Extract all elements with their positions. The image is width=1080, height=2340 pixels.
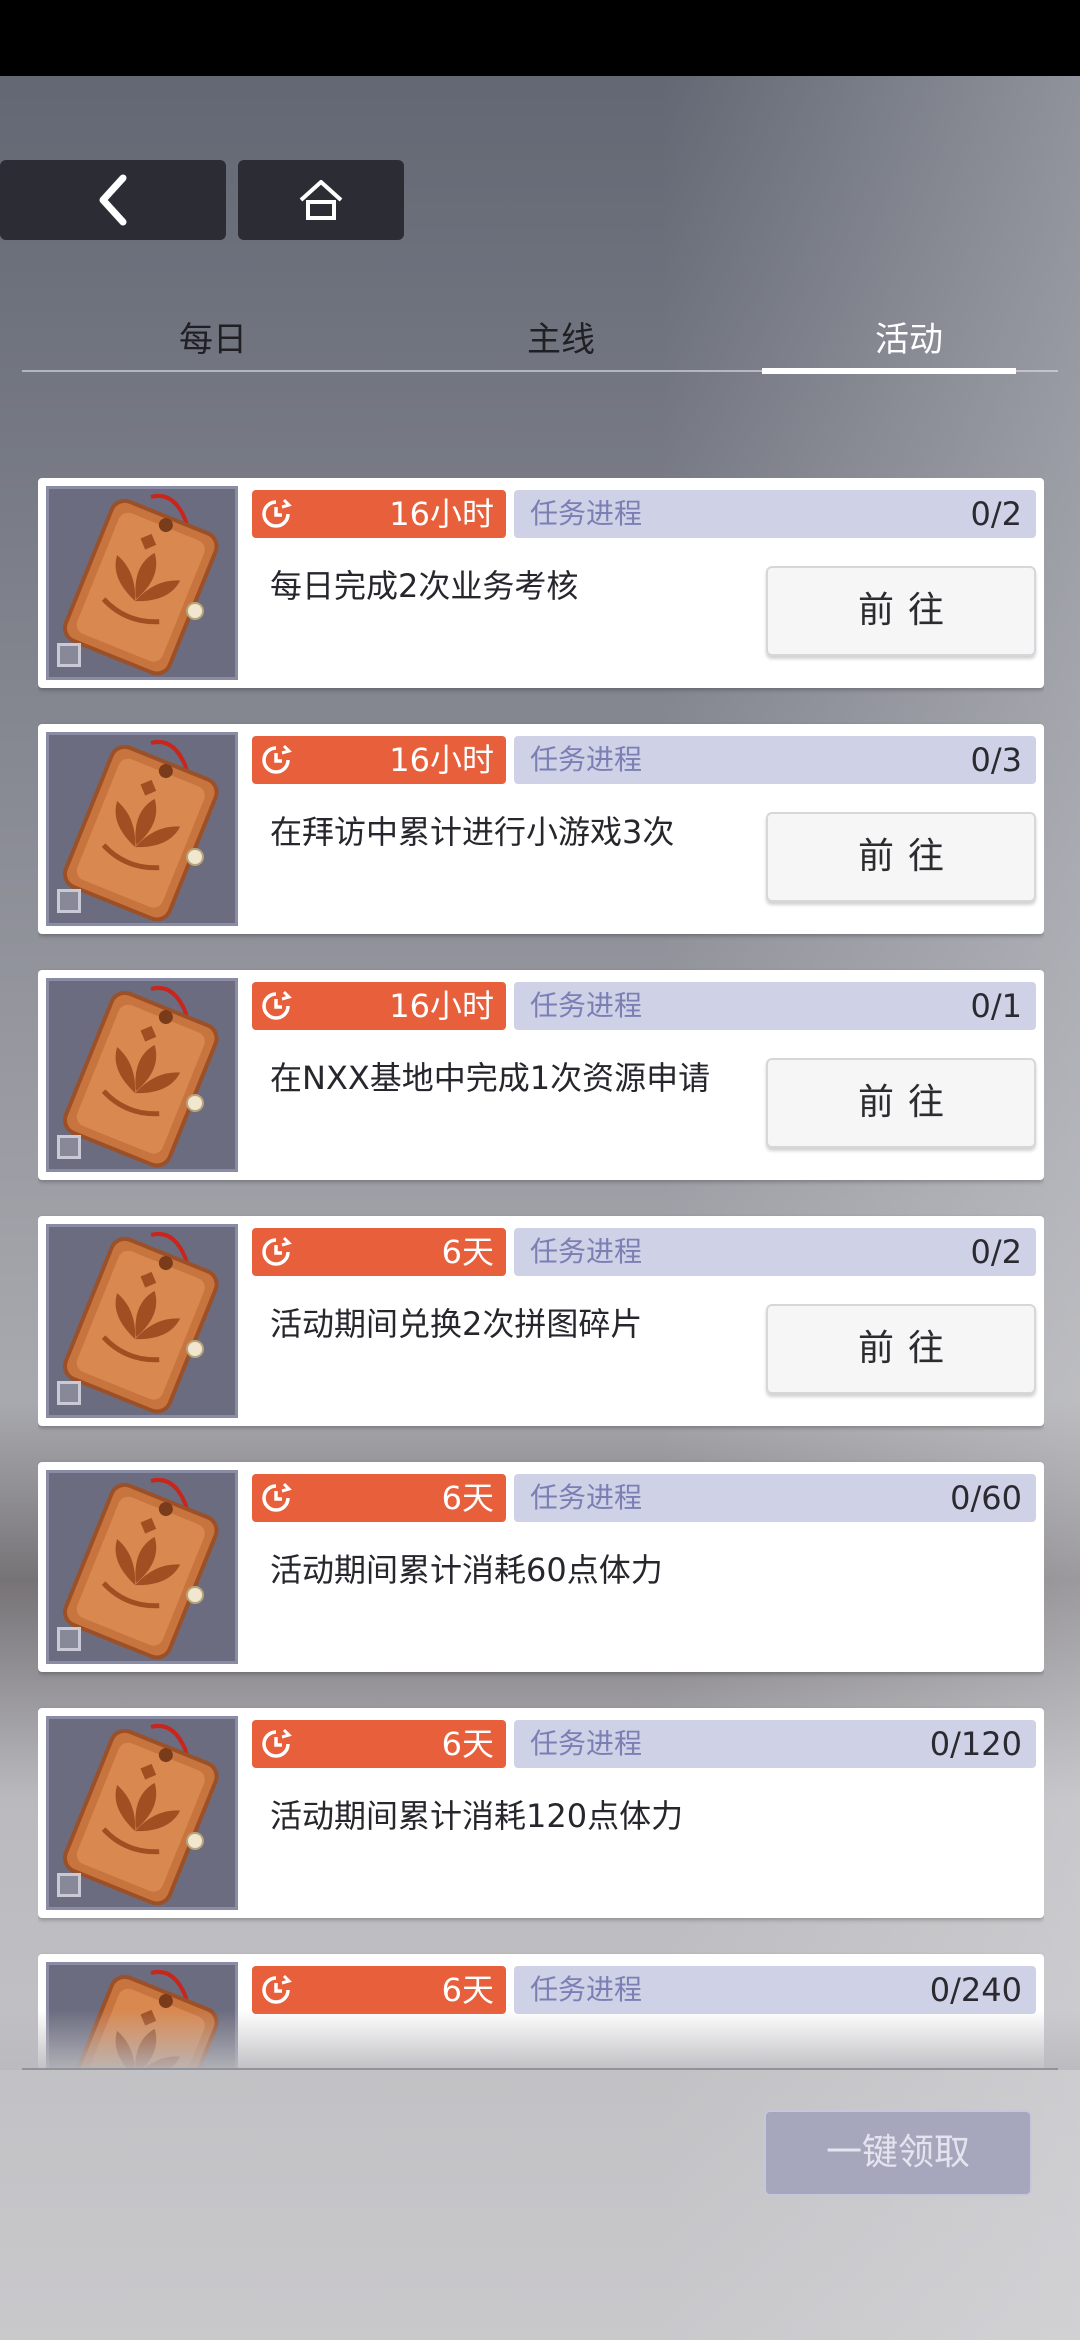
item-corner-mark xyxy=(57,1135,81,1159)
back-button[interactable] xyxy=(0,160,226,240)
task-progress-label: 任务进程 xyxy=(530,743,643,776)
task-description: 活动期间累计消耗120点体力 xyxy=(270,1797,684,1835)
task-timer: 6天 xyxy=(252,1966,506,2014)
lotus-tag-icon xyxy=(62,1478,219,1660)
go-button[interactable]: 前往 xyxy=(766,566,1036,656)
task-timer-text: 16小时 xyxy=(389,987,494,1025)
task-card: 6天 任务进程 0/60 活动期间累计消耗60点体力 xyxy=(38,1462,1044,1672)
task-progress: 任务进程 0/2 xyxy=(514,490,1036,538)
task-progress-label: 任务进程 xyxy=(530,1481,643,1514)
lotus-tag-icon xyxy=(62,986,219,1168)
list-fade-overlay xyxy=(0,2010,1080,2070)
task-description: 活动期间累计消耗60点体力 xyxy=(270,1551,663,1589)
task-progress-label: 任务进程 xyxy=(530,1235,643,1268)
task-progress-label: 任务进程 xyxy=(530,1727,643,1760)
task-description: 活动期间兑换2次拼图碎片 xyxy=(270,1305,643,1343)
lotus-tag-icon xyxy=(62,1232,219,1414)
task-card: 6天 任务进程 0/2 活动期间兑换2次拼图碎片 前往 xyxy=(38,1216,1044,1426)
task-card: 16小时 任务进程 0/3 在拜访中累计进行小游戏3次 前往 xyxy=(38,724,1044,934)
go-button[interactable]: 前往 xyxy=(766,1304,1036,1394)
task-card: 16小时 任务进程 0/1 在NXX基地中完成1次资源申请 前往 xyxy=(38,970,1044,1180)
task-description: 在NXX基地中完成1次资源申请 xyxy=(270,1059,711,1097)
task-timer-text: 6天 xyxy=(441,1233,494,1271)
clock-icon xyxy=(262,1728,292,1758)
tab-main[interactable]: 主线 xyxy=(436,310,686,370)
lotus-tag-icon xyxy=(62,1724,219,1906)
task-progress-value: 0/3 xyxy=(970,741,1023,779)
lotus-tag-icon xyxy=(62,740,219,922)
task-progress: 任务进程 0/60 xyxy=(514,1474,1036,1522)
tab-bar: 每日 主线 活动 xyxy=(22,310,1058,372)
task-progress-label: 任务进程 xyxy=(530,1973,643,2006)
task-progress-value: 0/60 xyxy=(950,1479,1022,1517)
task-progress-value: 0/2 xyxy=(970,495,1023,533)
task-list[interactable]: 16小时 任务进程 0/2 每日完成2次业务考核 前往 16小时 任务进程 0/… xyxy=(38,478,1044,2068)
task-timer: 6天 xyxy=(252,1228,506,1276)
lotus-tag-icon xyxy=(62,494,219,676)
item-corner-mark xyxy=(57,889,81,913)
clock-icon xyxy=(262,498,292,528)
task-timer: 6天 xyxy=(252,1720,506,1768)
status-bar xyxy=(0,0,1080,76)
task-progress-value: 0/2 xyxy=(970,1233,1023,1271)
item-corner-mark xyxy=(57,1627,81,1651)
task-progress: 任务进程 0/3 xyxy=(514,736,1036,784)
home-button[interactable] xyxy=(238,160,404,240)
task-progress: 任务进程 0/1 xyxy=(514,982,1036,1030)
task-progress-value: 0/240 xyxy=(929,1971,1022,2009)
clock-icon xyxy=(262,1974,292,2004)
task-progress-label: 任务进程 xyxy=(530,497,643,530)
go-button[interactable]: 前往 xyxy=(766,812,1036,902)
go-button[interactable]: 前往 xyxy=(766,1058,1036,1148)
item-corner-mark xyxy=(57,1873,81,1897)
task-timer-text: 6天 xyxy=(441,1725,494,1763)
task-reward-item[interactable] xyxy=(46,1470,238,1664)
item-corner-mark xyxy=(57,643,81,667)
task-timer: 16小时 xyxy=(252,982,506,1030)
task-card: 6天 任务进程 0/120 活动期间累计消耗120点体力 xyxy=(38,1708,1044,1918)
task-progress-label: 任务进程 xyxy=(530,989,643,1022)
task-timer-text: 16小时 xyxy=(389,495,494,533)
chevron-left-icon xyxy=(99,174,127,226)
claim-all-button[interactable]: 一键领取 xyxy=(764,2110,1032,2196)
task-timer: 16小时 xyxy=(252,490,506,538)
item-corner-mark xyxy=(57,1381,81,1405)
task-timer: 16小时 xyxy=(252,736,506,784)
clock-icon xyxy=(262,1236,292,1266)
task-description: 每日完成2次业务考核 xyxy=(270,567,579,605)
task-progress-value: 0/1 xyxy=(970,987,1023,1025)
task-progress-value: 0/120 xyxy=(929,1725,1022,1763)
task-description: 在拜访中累计进行小游戏3次 xyxy=(270,813,675,851)
clock-icon xyxy=(262,990,292,1020)
tab-daily[interactable]: 每日 xyxy=(88,310,338,370)
task-reward-item[interactable] xyxy=(46,978,238,1172)
task-progress: 任务进程 0/2 xyxy=(514,1228,1036,1276)
task-progress: 任务进程 0/120 xyxy=(514,1720,1036,1768)
bottom-divider xyxy=(22,2068,1058,2070)
task-reward-item[interactable] xyxy=(46,486,238,680)
tab-event[interactable]: 活动 xyxy=(784,310,1034,370)
task-timer-text: 16小时 xyxy=(389,741,494,779)
task-timer-text: 6天 xyxy=(441,1971,494,2009)
home-icon xyxy=(299,180,343,220)
clock-icon xyxy=(262,1482,292,1512)
task-reward-item[interactable] xyxy=(46,1716,238,1910)
task-timer: 6天 xyxy=(252,1474,506,1522)
task-reward-item[interactable] xyxy=(46,1224,238,1418)
clock-icon xyxy=(262,744,292,774)
task-card: 16小时 任务进程 0/2 每日完成2次业务考核 前往 xyxy=(38,478,1044,688)
task-reward-item[interactable] xyxy=(46,732,238,926)
task-timer-text: 6天 xyxy=(441,1479,494,1517)
task-progress: 任务进程 0/240 xyxy=(514,1966,1036,2014)
tab-active-indicator xyxy=(762,368,1016,374)
